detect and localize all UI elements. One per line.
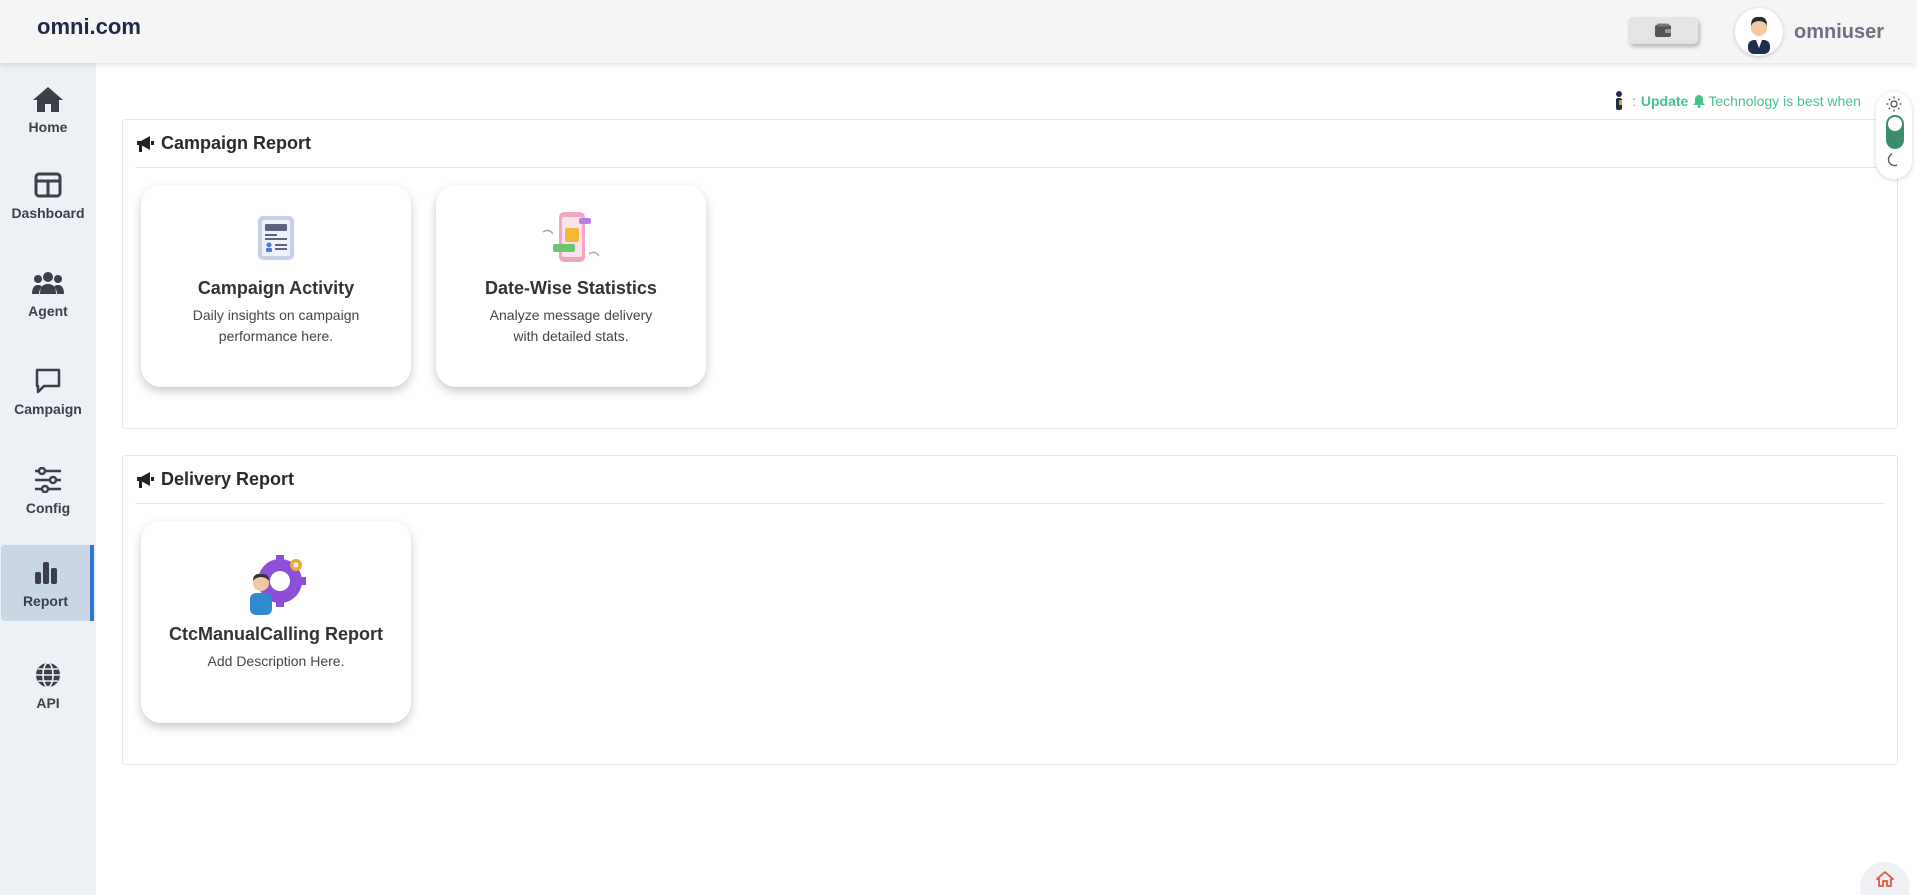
card-description: Daily insights on campaign performance h… bbox=[192, 307, 360, 344]
agent-settings-icon bbox=[141, 553, 411, 615]
sun-icon bbox=[1886, 96, 1902, 112]
card-title: Date-Wise Statistics bbox=[485, 278, 657, 298]
campaign-report-section: Campaign Report Campaign Activity Daily … bbox=[122, 119, 1898, 429]
toggle-knob[interactable] bbox=[1888, 117, 1902, 131]
report-document-icon bbox=[141, 210, 411, 266]
announcement-ticker: : Update Technology is best when bbox=[1612, 90, 1877, 112]
top-bar: omni.com omniuser bbox=[0, 0, 1917, 63]
ticker-update-label: Update bbox=[1640, 93, 1689, 109]
users-icon bbox=[31, 267, 65, 299]
sliders-icon bbox=[33, 464, 63, 496]
sidebar-item-label: Agent bbox=[28, 303, 68, 319]
card-description: Analyze message delivery with detailed s… bbox=[489, 307, 653, 344]
ticker-prefix: : bbox=[1632, 93, 1636, 109]
home-icon bbox=[32, 83, 64, 115]
person-icon bbox=[1616, 91, 1622, 110]
delivery-report-section: Delivery Report CtcManualCalling Report … bbox=[122, 455, 1898, 765]
section-title: Campaign Report bbox=[161, 133, 312, 153]
avatar[interactable] bbox=[1735, 8, 1783, 56]
sidebar-item-api[interactable]: API bbox=[0, 647, 96, 723]
bell-icon bbox=[1693, 95, 1706, 108]
sidebar-item-label: API bbox=[36, 695, 60, 711]
sidebar-item-label: Home bbox=[28, 119, 68, 135]
wallet-button[interactable] bbox=[1628, 17, 1698, 44]
card-title: Campaign Activity bbox=[197, 278, 355, 298]
sidebar-item-label: Campaign bbox=[14, 401, 82, 417]
ticker-message: Technology is best when bbox=[1708, 93, 1861, 109]
date-wise-statistics-card[interactable]: Date-Wise Statistics Analyze message del… bbox=[436, 185, 706, 387]
phone-message-icon bbox=[436, 210, 706, 266]
section-title: Delivery Report bbox=[161, 469, 295, 489]
sidebar-item-config[interactable]: Config bbox=[0, 452, 96, 528]
sidebar-item-dashboard[interactable]: Dashboard bbox=[0, 157, 96, 233]
chat-icon bbox=[34, 365, 62, 397]
moon-icon bbox=[1887, 153, 1898, 167]
sidebar-item-label: Config bbox=[25, 500, 71, 516]
globe-icon bbox=[34, 659, 62, 691]
sidebar-item-report[interactable]: Report bbox=[1, 545, 94, 621]
sidebar-item-label: Report bbox=[22, 593, 69, 609]
ctc-manual-calling-report-card[interactable]: CtcManualCalling Report Add Description … bbox=[141, 521, 411, 723]
toggle-track[interactable] bbox=[1886, 115, 1904, 149]
home-shortcut-button[interactable] bbox=[1860, 862, 1910, 895]
theme-toggle[interactable] bbox=[1876, 92, 1912, 179]
wallet-icon bbox=[1655, 23, 1671, 37]
section-header: Delivery Report bbox=[135, 456, 1885, 504]
brand-logo[interactable]: omni.com bbox=[37, 14, 141, 40]
user-menu[interactable]: omniuser bbox=[1735, 8, 1884, 56]
dashboard-icon bbox=[34, 169, 62, 201]
megaphone-icon bbox=[137, 135, 154, 152]
sidebar-item-campaign[interactable]: Campaign bbox=[0, 353, 96, 429]
bar-chart-icon bbox=[33, 557, 59, 589]
user-avatar-icon bbox=[1748, 16, 1770, 54]
sidebar-item-agent[interactable]: Agent bbox=[0, 255, 96, 331]
campaign-activity-card[interactable]: Campaign Activity Daily insights on camp… bbox=[141, 185, 411, 387]
home-icon bbox=[1876, 871, 1894, 887]
card-description: Add Description Here. bbox=[207, 653, 345, 669]
sidebar-item-label: Dashboard bbox=[11, 205, 85, 221]
megaphone-icon bbox=[137, 471, 154, 488]
username[interactable]: omniuser bbox=[1794, 21, 1884, 44]
card-title: CtcManualCalling Report bbox=[168, 624, 383, 644]
sidebar: Home Dashboard Agent Campaign Config Rep… bbox=[0, 63, 96, 895]
sidebar-item-home[interactable]: Home bbox=[0, 71, 96, 147]
section-header: Campaign Report bbox=[135, 120, 1885, 168]
